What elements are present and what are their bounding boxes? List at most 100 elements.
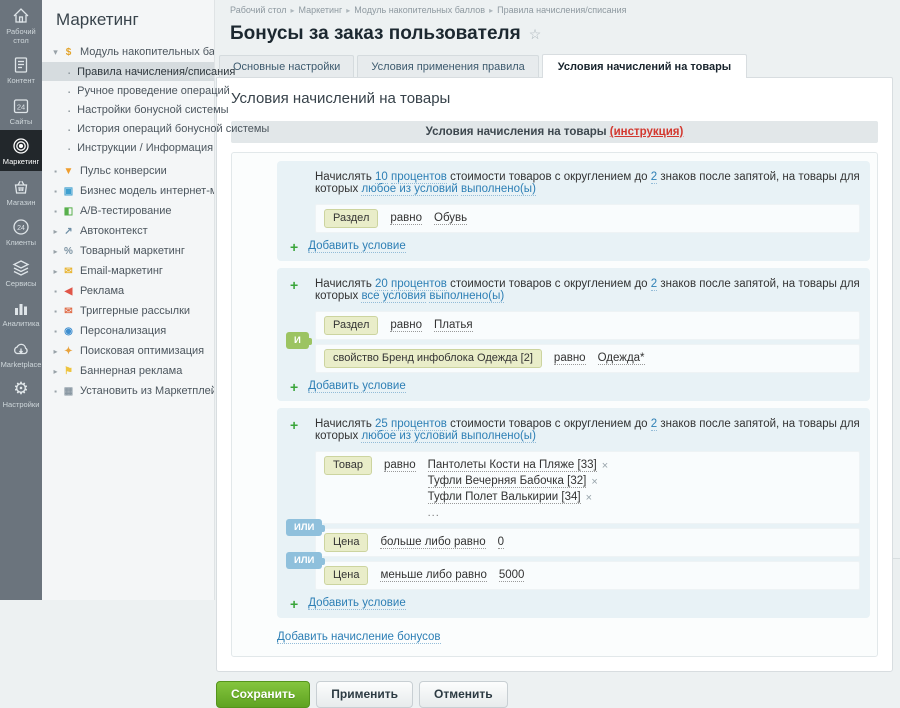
rail-item-desktop[interactable]: Рабочий стол [0,0,42,49]
rule-done-link[interactable]: выполнено(ы) [429,290,504,303]
condition-value-link[interactable]: Одежда* [598,352,645,365]
condition-field-chip[interactable]: Раздел [324,316,378,335]
rail-item-settings[interactable]: ⚙ Настройки [0,373,42,414]
add-condition-link[interactable]: Добавить условие [308,597,406,610]
rule-logic-link[interactable]: любое из условий [361,430,457,443]
condition-operator-link[interactable]: меньше либо равно [380,569,486,582]
add-condition-link[interactable]: Добавить условие [308,240,406,253]
remove-icon[interactable]: × [586,492,592,504]
menu-item-bonus-history[interactable]: История операций бонусной системы [42,119,214,138]
condition-operator-link[interactable]: равно [390,319,422,332]
rail-item-analytics[interactable]: Аналитика [0,292,42,333]
rail-item-marketing[interactable]: Маркетинг [0,130,42,171]
dollar-icon: $ [61,47,76,58]
condition-value-row: Туфли Вечерняя Бабочка [32] × [428,475,609,488]
condition-row: Товар равно Пантолеты Кости на Пляже [33… [315,451,860,524]
bullet-icon [68,85,77,97]
tab-rule-conditions[interactable]: Условия применения правила [357,55,538,77]
tab-panel: Условия начислений на товары Условия нач… [216,77,893,672]
menu-item-bonus-settings[interactable]: Настройки бонусной системы [42,100,214,119]
rule-logic-link[interactable]: все условия [361,290,426,303]
condition-value-link[interactable]: Платья [434,319,473,332]
add-icon[interactable] [290,279,298,291]
breadcrumb-item[interactable]: Рабочий стол [230,5,287,15]
marketing-menu: Маркетинг $ Модуль накопительных баллов … [42,0,215,600]
condition-value-link[interactable]: 5000 [499,569,525,582]
apply-button[interactable]: Применить [316,681,413,708]
bonus-rule-2: Начислять 20 процентов стоимости товаров… [277,268,870,401]
breadcrumb-separator-icon: ▸ [291,6,295,15]
menu-item-bonus-module[interactable]: $ Модуль накопительных баллов [42,42,214,62]
condition-field-chip[interactable]: Цена [324,566,368,585]
breadcrumb-item[interactable]: Маркетинг [299,5,343,15]
menu-item-instructions[interactable]: Инструкции / Информация [42,138,214,157]
condition-value-link[interactable]: Туфли Полет Валькирии [34] [428,491,581,504]
add-icon[interactable] [290,598,298,610]
condition-value-link[interactable]: Обувь [434,212,467,225]
instruction-link[interactable]: (инструкция) [610,126,684,138]
and-join-badge[interactable]: И [286,332,309,349]
menu-item-conversion-pulse[interactable]: ▼ Пульс конверсии [42,161,214,181]
add-icon[interactable] [290,381,298,393]
menu-item-seo[interactable]: ✦ Поисковая оптимизация [42,341,214,361]
menu-item-marketplace-install[interactable]: ▦ Установить из Маркетплейс [42,381,214,401]
menu-item-rules[interactable]: Правила начисления/списания [42,62,214,81]
add-condition-link[interactable]: Добавить условие [308,380,406,393]
menu-item-email-marketing[interactable]: ✉ Email-маркетинг [42,261,214,281]
more-values-link[interactable]: ... [428,507,609,519]
add-bonus-rule-link[interactable]: Добавить начисление бонусов [277,631,441,644]
condition-operator-link[interactable]: больше либо равно [380,536,485,549]
condition-value-link[interactable]: 0 [498,536,504,549]
menu-item-manual-ops[interactable]: Ручное проведение операций [42,81,214,100]
condition-field-chip[interactable]: Раздел [324,209,378,228]
remove-icon[interactable]: × [591,476,597,488]
condition-field-chip[interactable]: Товар [324,456,372,475]
rule-header: Начислять 20 процентов стоимости товаров… [315,278,860,302]
rule-decimals-link[interactable]: 2 [651,171,657,184]
menu-item-product-marketing[interactable]: % Товарный маркетинг [42,241,214,261]
collapsed-marker-icon [50,247,61,256]
rule-decimals-link[interactable]: 2 [651,278,657,291]
menu-item-label: Инструкции / Информация [77,142,213,154]
rule-done-link[interactable]: выполнено(ы) [461,183,536,196]
rail-item-services[interactable]: Сервисы [0,252,42,293]
add-icon[interactable] [290,241,298,253]
condition-value-link[interactable]: Пантолеты Кости на Пляже [33] [428,459,597,472]
menu-item-banner-ads[interactable]: ⚑ Баннерная реклама [42,361,214,381]
condition-field-chip[interactable]: Цена [324,533,368,552]
condition-value-link[interactable]: Туфли Вечерняя Бабочка [32] [428,475,587,488]
or-join-badge[interactable]: ИЛИ [286,519,322,536]
menu-item-label: Правила начисления/списания [77,66,235,78]
or-join-badge[interactable]: ИЛИ [286,552,322,569]
bullet-icon [68,66,77,78]
rail-item-marketplace[interactable]: Marketplace [0,333,42,374]
breadcrumb-item[interactable]: Правила начисления/списания [497,5,626,15]
menu-item-trigger-mailings[interactable]: ✉ Триггерные рассылки [42,301,214,321]
condition-operator-link[interactable]: равно [554,352,586,365]
rule-logic-link[interactable]: любое из условий [361,183,457,196]
menu-item-ab-test[interactable]: ◧ А/B-тестирование [42,201,214,221]
condition-operator-link[interactable]: равно [384,459,416,472]
rail-item-clients[interactable]: 24 Клиенты [0,211,42,252]
cancel-button[interactable]: Отменить [419,681,508,708]
tab-main-settings[interactable]: Основные настройки [219,55,354,77]
condition-operator-link[interactable]: равно [390,212,422,225]
menu-item-label: История операций бонусной системы [77,123,269,135]
favorite-star-icon[interactable]: ☆ [529,26,542,42]
condition-field-chip[interactable]: свойство Бренд инфоблока Одежда [2] [324,349,542,368]
breadcrumb-item[interactable]: Модуль накопительных баллов [354,5,485,15]
rail-item-shop[interactable]: Магазин [0,171,42,212]
menu-item-personalization[interactable]: ◉ Персонализация [42,321,214,341]
add-icon[interactable] [290,419,298,431]
rail-item-sites[interactable]: 24 Сайты [0,90,42,131]
remove-icon[interactable]: × [602,460,608,472]
rail-item-content[interactable]: Контент [0,49,42,90]
menu-item-autocontext[interactable]: ↗ Автоконтекст [42,221,214,241]
menu-item-business-model[interactable]: ▣ Бизнес модель интернет-магазина [42,181,214,201]
save-button[interactable]: Сохранить [216,681,310,708]
rule-decimals-link[interactable]: 2 [651,418,657,431]
menu-item-ads[interactable]: ◀ Реклама [42,281,214,301]
form-buttons: Сохранить Применить Отменить [216,681,886,708]
tab-product-conditions[interactable]: Условия начислений на товары [542,54,747,78]
rule-done-link[interactable]: выполнено(ы) [461,430,536,443]
